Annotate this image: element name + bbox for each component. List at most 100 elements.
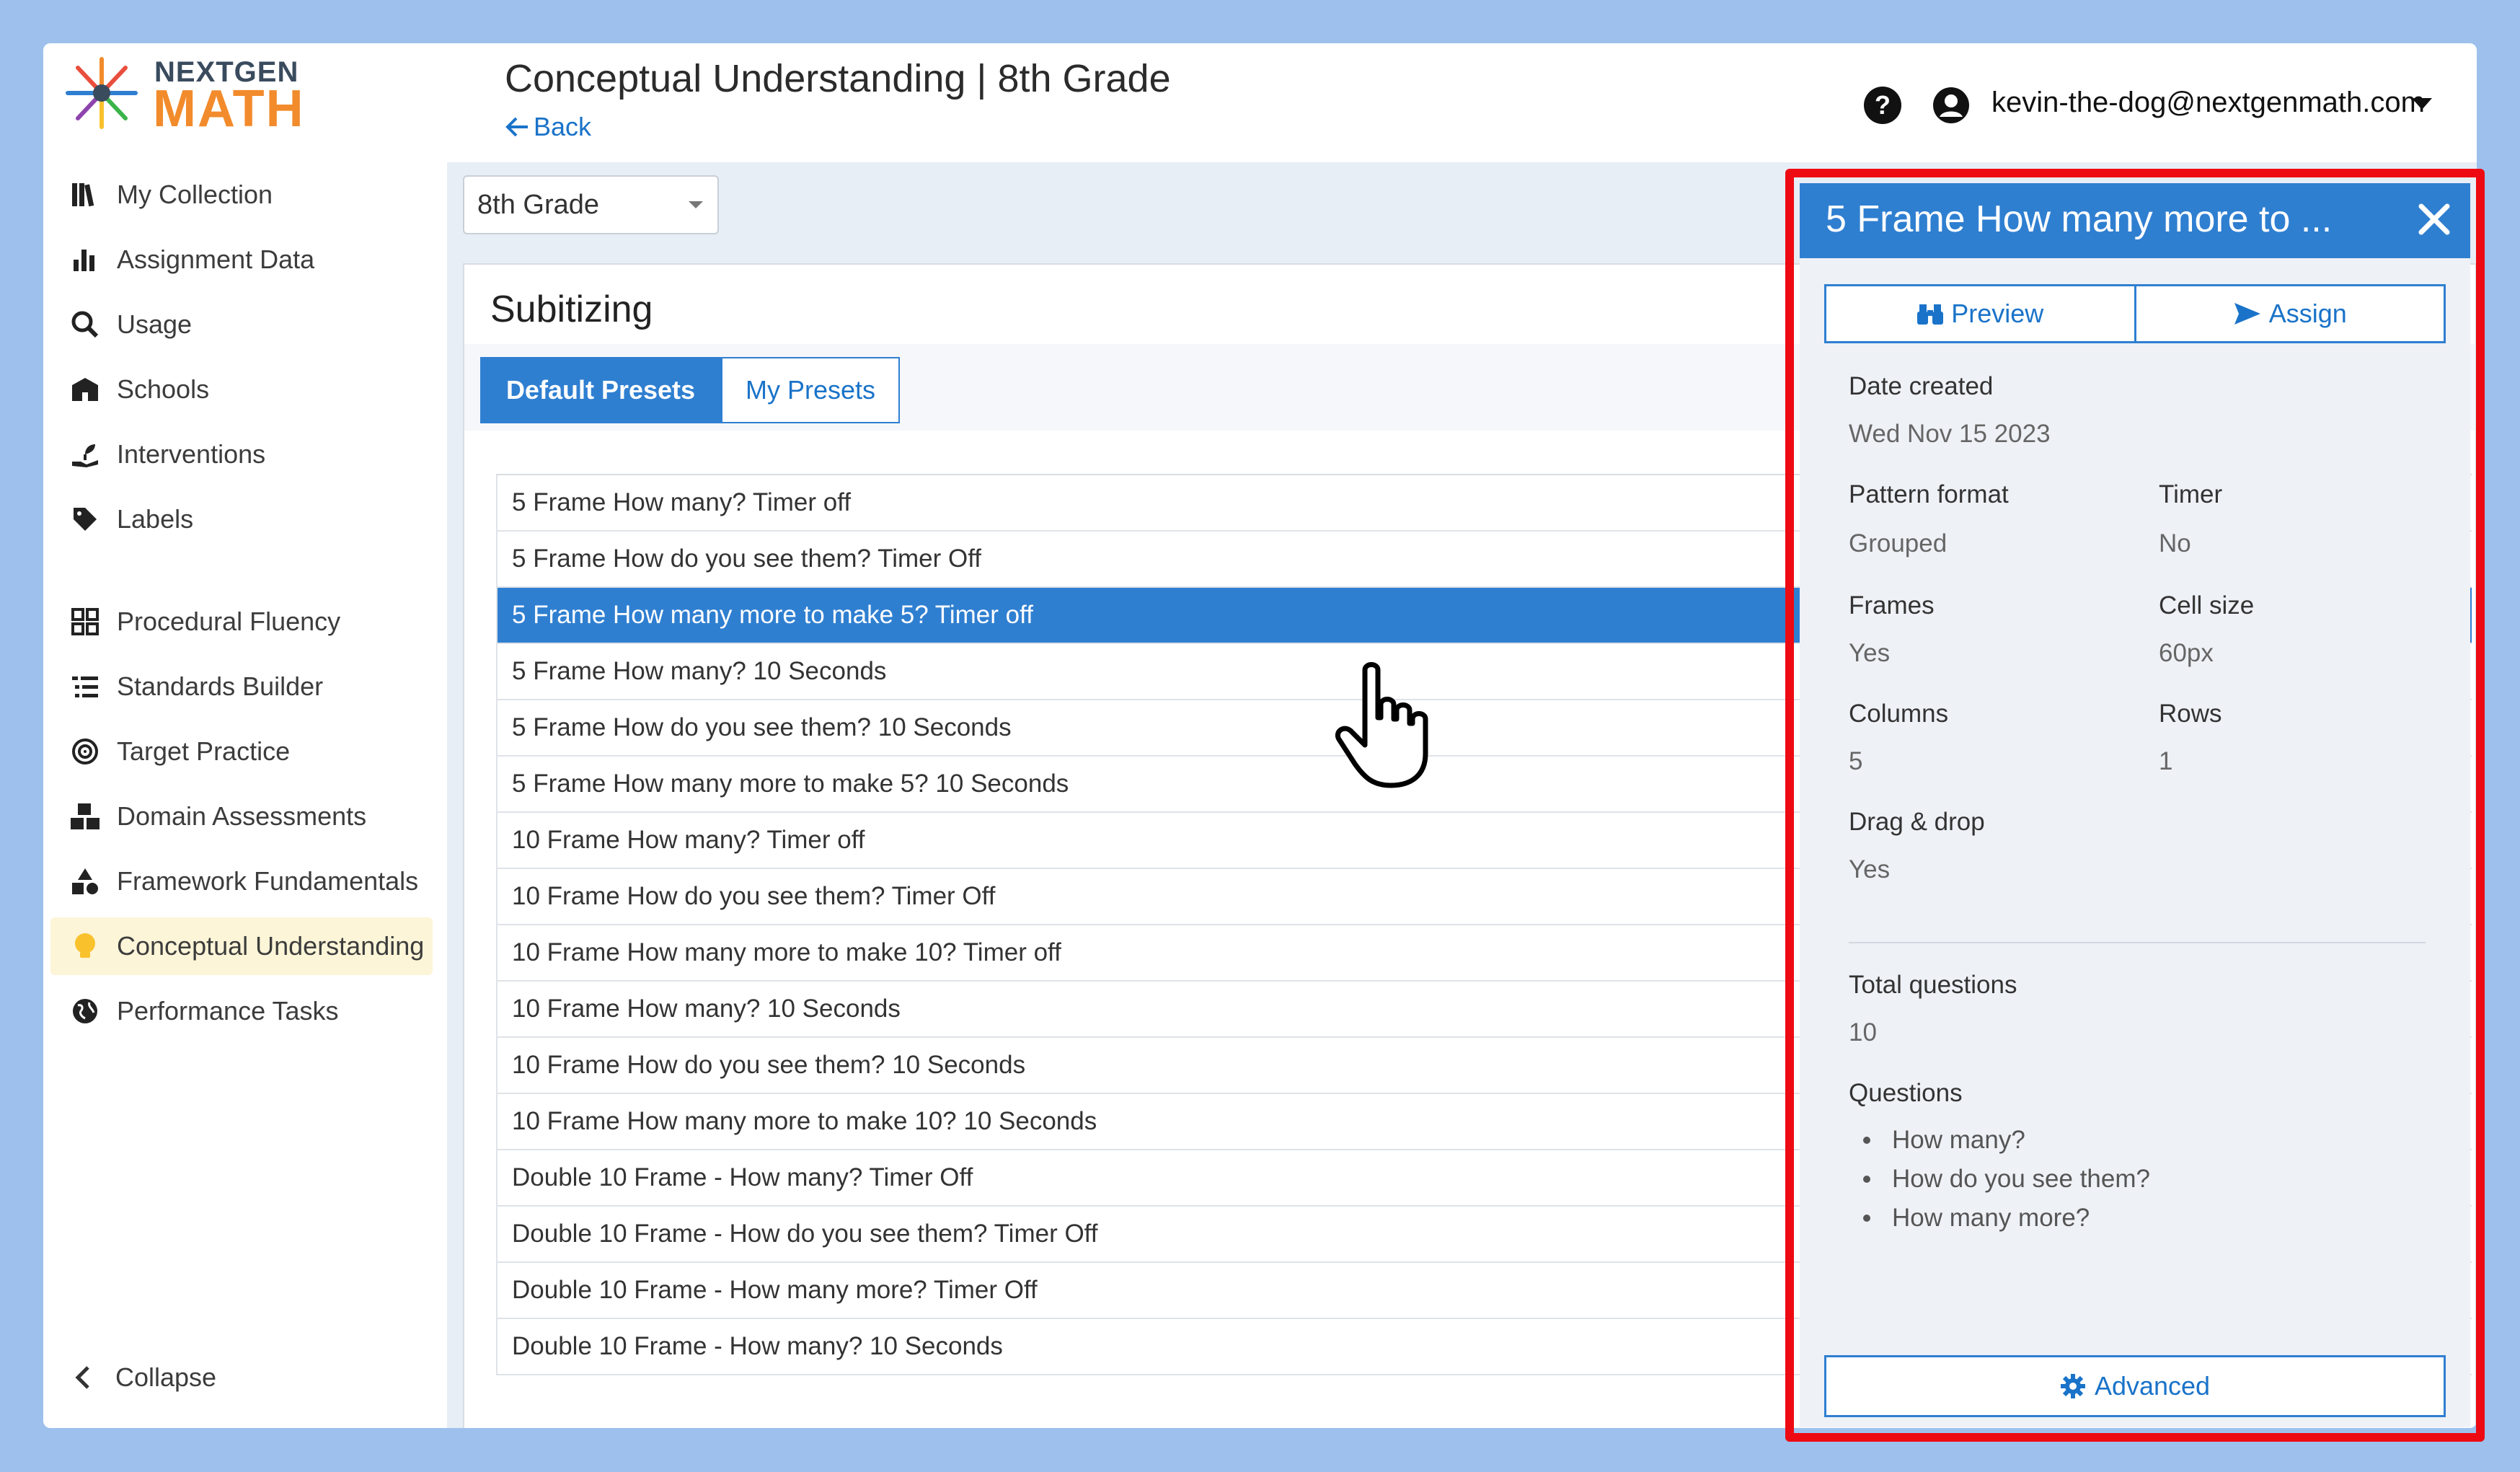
sidebar-item-label: My Collection — [117, 180, 273, 209]
lightbulb-icon — [68, 929, 102, 964]
sidebar-item-label: Usage — [117, 309, 193, 339]
rows-label: Rows — [2159, 700, 2222, 728]
total-questions-value: 10 — [1849, 1018, 1877, 1046]
total-questions-label: Total questions — [1849, 971, 2017, 999]
frames-label: Frames — [1849, 591, 1935, 620]
page-title: Conceptual Understanding | 8th Grade — [505, 57, 1171, 100]
magnify-chart-icon — [68, 307, 102, 342]
sidebar-item-label: Procedural Fluency — [117, 607, 341, 636]
sidebar-item-my-collection[interactable]: My Collection — [50, 166, 433, 224]
preset-name: 5 Frame How many? Timer off — [512, 488, 852, 516]
sidebar-item-schools[interactable]: Schools — [50, 361, 433, 418]
panel-title: 5 Frame How many more to ... — [1826, 198, 2333, 240]
send-icon — [2234, 303, 2260, 325]
preset-details-panel: 5 Frame How many more to ... Preview Ass… — [1800, 183, 2470, 1427]
arrow-left-icon — [505, 117, 528, 137]
back-link[interactable]: Back — [505, 112, 591, 142]
advanced-button[interactable]: Advanced — [1824, 1355, 2446, 1417]
logo[interactable]: NEXTGEN MATH — [62, 49, 304, 138]
sidebar-item-label: Conceptual Understanding — [117, 931, 425, 961]
collapse-button[interactable]: Collapse — [58, 1356, 216, 1399]
hand-seedling-icon — [68, 437, 102, 472]
sidebar-item-target-practice[interactable]: Target Practice — [50, 723, 433, 780]
sidebar-item-label: Target Practice — [117, 736, 291, 766]
section-title: Subitizing — [490, 288, 653, 330]
list-tree-icon — [68, 669, 102, 704]
sidebar-item-standards-builder[interactable]: Standards Builder — [50, 658, 433, 715]
sidebar-item-labels[interactable]: Labels — [50, 490, 433, 548]
list-item: How do you see them? — [1863, 1160, 2150, 1199]
sidebar-item-framework-fundamentals[interactable]: Framework Fundamentals — [50, 852, 433, 910]
bar-chart-icon — [68, 242, 102, 277]
sidebar-item-procedural-fluency[interactable]: Procedural Fluency — [50, 593, 433, 651]
logo-text-math: MATH — [153, 80, 305, 138]
preset-name: 5 Frame How do you see them? Timer Off — [512, 545, 982, 573]
sidebar-item-label: Domain Assessments — [117, 801, 367, 831]
panel-header: 5 Frame How many more to ... — [1800, 183, 2470, 258]
date-created-label: Date created — [1849, 372, 1994, 400]
preset-name: Double 10 Frame - How many more? Timer O… — [512, 1276, 1038, 1304]
drag-drop-value: Yes — [1849, 855, 1891, 883]
assign-button[interactable]: Assign — [2136, 284, 2446, 343]
cubes-icon — [68, 799, 102, 834]
sidebar-item-performance-tasks[interactable]: Performance Tasks — [50, 982, 433, 1040]
page-header: Conceptual Understanding | 8th Grade Bac… — [447, 43, 2477, 162]
timer-label: Timer — [2159, 480, 2223, 508]
chevron-left-icon — [75, 1366, 89, 1389]
binoculars-icon — [1917, 304, 1944, 325]
tab-my-presets[interactable]: My Presets — [721, 357, 900, 423]
date-created-value: Wed Nov 15 2023 — [1849, 420, 2051, 448]
preset-name: Double 10 Frame - How many? 10 Seconds — [512, 1332, 1003, 1360]
user-account-icon[interactable] — [1932, 87, 1970, 124]
frames-value: Yes — [1849, 639, 1891, 667]
preset-name: 5 Frame How do you see them? 10 Seconds — [512, 713, 1012, 741]
grade-select-value: 8th Grade — [477, 189, 599, 220]
preset-name: 10 Frame How many more to make 10? 10 Se… — [512, 1107, 1097, 1135]
sidebar-item-conceptual-understanding[interactable]: Conceptual Understanding — [50, 917, 433, 975]
panel-divider — [1849, 942, 2426, 943]
preview-label: Preview — [1951, 299, 2044, 328]
globe-icon — [68, 994, 102, 1028]
sidebar-item-label: Schools — [117, 374, 210, 404]
hand-pointer-cursor-icon — [1335, 662, 1428, 788]
gear-icon — [2060, 1374, 2085, 1398]
preview-button[interactable]: Preview — [1824, 284, 2136, 343]
drag-drop-label: Drag & drop — [1849, 808, 1985, 836]
pattern-format-label: Pattern format — [1849, 480, 2009, 508]
cell-size-label: Cell size — [2159, 591, 2255, 620]
preset-name: 5 Frame How many more to make 5? Timer o… — [512, 601, 1033, 629]
rows-value: 1 — [2159, 747, 2173, 775]
preset-name: 5 Frame How many? 10 Seconds — [512, 657, 887, 685]
close-icon[interactable] — [2414, 199, 2454, 239]
timer-value: No — [2159, 529, 2191, 557]
preset-name: 10 Frame How do you see them? 10 Seconds — [512, 1051, 1026, 1079]
sidebar-item-assignment-data[interactable]: Assignment Data — [50, 231, 433, 288]
tab-default-presets[interactable]: Default Presets — [480, 357, 721, 423]
sidebar-item-domain-assessments[interactable]: Domain Assessments — [50, 788, 433, 845]
shapes-icon — [68, 864, 102, 899]
caret-down-icon[interactable] — [2412, 98, 2432, 110]
questions-label: Questions — [1849, 1079, 1963, 1107]
preset-name: Double 10 Frame - How many? Timer Off — [512, 1163, 973, 1191]
help-icon[interactable]: ? — [1864, 87, 1901, 124]
grade-select[interactable]: 8th Grade — [463, 175, 719, 234]
sidebar-item-label: Framework Fundamentals — [117, 866, 419, 896]
sidebar-item-label: Interventions — [117, 439, 266, 469]
tag-icon — [68, 502, 102, 537]
list-item: How many more? — [1863, 1199, 2150, 1238]
logo-burst-icon — [66, 57, 138, 129]
preset-name: 10 Frame How many? Timer off — [512, 826, 865, 854]
back-label: Back — [534, 112, 592, 141]
questions-list: How many? How do you see them? How many … — [1863, 1121, 2150, 1238]
preset-name: 10 Frame How do you see them? Timer Off — [512, 882, 996, 910]
assign-label: Assign — [2268, 299, 2347, 328]
user-email[interactable]: kevin-the-dog@nextgenmath.com — [1991, 87, 2425, 119]
list-item: How many? — [1863, 1121, 2150, 1160]
sidebar-item-interventions[interactable]: Interventions — [50, 426, 433, 483]
preset-name: 5 Frame How many more to make 5? 10 Seco… — [512, 770, 1069, 798]
target-icon — [68, 734, 102, 769]
preset-name: Double 10 Frame - How do you see them? T… — [512, 1220, 1098, 1248]
sidebar-item-label: Assignment Data — [117, 244, 315, 274]
library-icon — [68, 177, 102, 212]
sidebar-item-usage[interactable]: Usage — [50, 296, 433, 353]
